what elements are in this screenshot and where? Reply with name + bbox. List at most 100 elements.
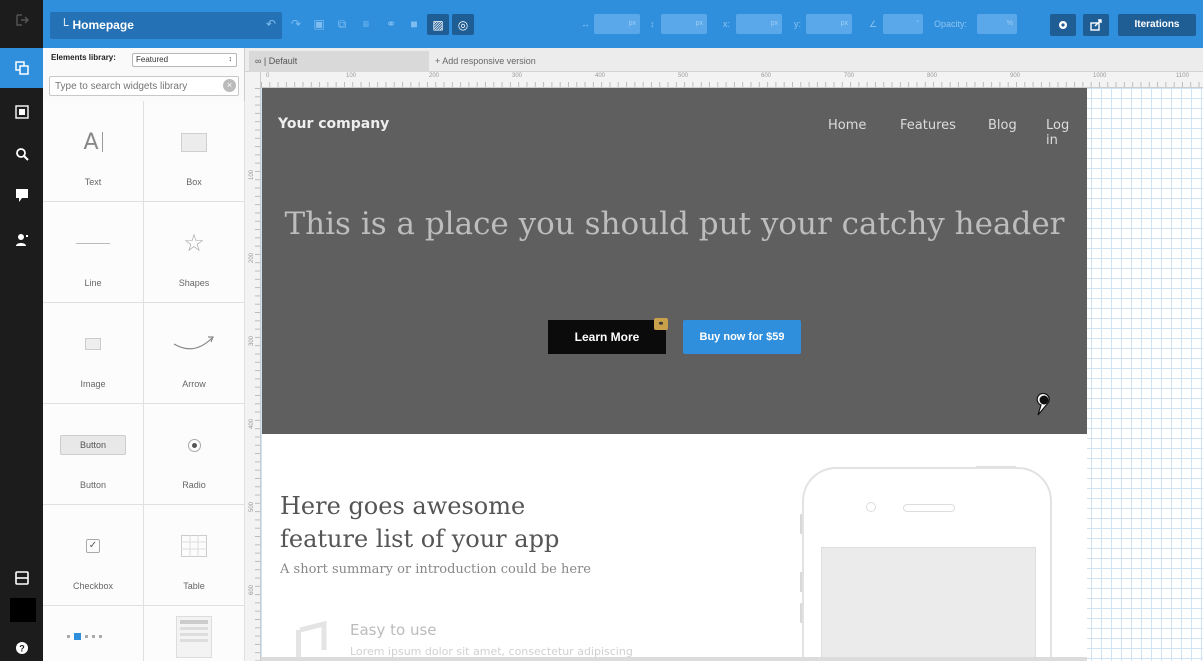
ruler-tick: 600 <box>249 584 256 596</box>
comment-pin-icon[interactable] <box>1035 393 1051 417</box>
widget-checkbox[interactable]: ✓ Checkbox <box>43 505 144 606</box>
select-arrows-icon: ↕ <box>228 56 233 63</box>
lock-icon[interactable]: ■ <box>404 14 424 34</box>
exit-button[interactable] <box>0 0 43 40</box>
clear-search-icon[interactable]: × <box>223 79 236 92</box>
nav-blog[interactable]: Blog <box>988 118 1017 133</box>
phone-screen <box>821 547 1036 661</box>
horizontal-ruler[interactable]: 0 100 200 300 400 500 600 700 800 900 10… <box>261 72 1203 88</box>
search-button[interactable] <box>0 134 43 174</box>
features-subtitle[interactable]: A short summary or introduction could be… <box>280 562 591 577</box>
widget-box[interactable]: Box <box>144 101 245 202</box>
library-search-input[interactable] <box>49 76 239 96</box>
phone-camera <box>866 502 876 512</box>
opacity-field[interactable]: % <box>977 14 1017 34</box>
elements-library-panel: Elements library: Featured ↕ × A Text Bo… <box>43 48 245 661</box>
color-swatch[interactable] <box>10 598 36 622</box>
pages-button[interactable] <box>0 558 43 598</box>
ruler-tick: 700 <box>844 73 855 79</box>
layers-icon <box>14 61 29 75</box>
widget-label: Radio <box>182 480 206 490</box>
music-note-icon <box>296 620 327 658</box>
group-icon[interactable]: ▣ <box>309 14 329 34</box>
box-icon <box>144 127 244 157</box>
image-edit-icon[interactable]: ▨ <box>427 14 449 35</box>
arrow-icon <box>144 329 244 359</box>
widget-pagination[interactable] <box>43 606 144 661</box>
svg-text:?: ? <box>19 644 25 654</box>
ruler-tick: 600 <box>761 73 772 79</box>
height-label: ↕ <box>650 19 655 29</box>
widget-shapes[interactable]: ☆ Shapes <box>144 202 245 303</box>
list-icon <box>14 571 29 585</box>
horizontal-scrollbar[interactable] <box>261 657 1087 661</box>
ruler-tick: 900 <box>1010 73 1021 79</box>
add-responsive-version-link[interactable]: + Add responsive version <box>435 51 536 72</box>
features-title[interactable]: Here goes awesome feature list of your a… <box>280 490 620 556</box>
redo-icon[interactable]: ↷ <box>286 14 306 34</box>
page-tree-icon: └ <box>60 18 69 32</box>
link-icon[interactable]: ⚭ <box>654 318 668 330</box>
widget-label: Button <box>79 480 107 490</box>
user-button[interactable] <box>0 220 43 260</box>
nav-features[interactable]: Features <box>900 118 956 133</box>
widget-image[interactable]: Image <box>43 303 144 404</box>
link-icon[interactable]: ⚭ <box>381 14 401 34</box>
y-field[interactable]: px <box>806 14 852 34</box>
exit-icon <box>15 14 29 26</box>
library-category-select[interactable]: Featured ↕ <box>132 53 237 67</box>
canvas-mode-icon[interactable]: ◎ <box>452 14 474 35</box>
list-icon <box>176 616 212 658</box>
widget-label: Table <box>183 581 205 591</box>
feature-item-title[interactable]: Easy to use <box>350 621 437 639</box>
top-toolbar: └ Homepage ↶ ↷ ▣ ⧉ ≡ ⚭ ■ ▨ ◎ ↔ px ↕ px x:… <box>43 0 1203 48</box>
ruler-tick: 1100 <box>1176 73 1189 79</box>
duplicate-icon[interactable]: ⧉ <box>332 14 352 34</box>
tab-default[interactable]: ∞ | Default <box>249 51 429 72</box>
nav-login[interactable]: Log in <box>1046 118 1076 148</box>
pagination-icon <box>67 632 127 640</box>
y-label: y: <box>794 19 802 29</box>
vertical-ruler[interactable]: 100 200 300 400 500 600 <box>245 72 261 661</box>
company-name[interactable]: Your company <box>278 116 389 132</box>
widget-button[interactable]: Button Button <box>43 404 144 505</box>
page-selector[interactable]: └ Homepage <box>50 12 282 39</box>
ruler-ticks <box>261 82 1203 87</box>
align-icon[interactable]: ≡ <box>356 14 376 34</box>
widget-label: Line <box>84 278 102 288</box>
learn-more-button[interactable]: Learn More ⚭ <box>548 318 668 354</box>
learn-more-label: Learn More <box>574 330 640 344</box>
comment-icon <box>15 189 28 202</box>
rotation-field[interactable]: ° <box>883 14 923 34</box>
components-button[interactable] <box>0 92 43 132</box>
widget-text[interactable]: A Text <box>43 101 144 202</box>
comments-button[interactable] <box>0 176 43 216</box>
widget-label: Text <box>84 177 102 187</box>
image-icon <box>43 329 143 359</box>
ruler-tick: 100 <box>346 73 357 79</box>
undo-icon[interactable]: ↶ <box>261 14 281 34</box>
elements-library-button[interactable] <box>0 48 43 88</box>
star-icon: ☆ <box>183 229 205 257</box>
share-button[interactable] <box>1083 14 1109 36</box>
x-field[interactable]: px <box>736 14 782 34</box>
width-field[interactable]: px <box>594 14 640 34</box>
widget-arrow[interactable]: Arrow <box>144 303 245 404</box>
widget-radio[interactable]: Radio <box>144 404 245 505</box>
line-icon <box>43 228 143 258</box>
nav-home[interactable]: Home <box>828 118 866 133</box>
share-icon <box>1089 19 1102 31</box>
iterations-button[interactable]: Iterations <box>1118 14 1196 36</box>
height-field[interactable]: px <box>661 14 707 34</box>
ruler-tick: 800 <box>927 73 938 79</box>
settings-button[interactable] <box>1050 14 1076 36</box>
hero-headline[interactable]: This is a place you should put your catc… <box>262 202 1087 246</box>
hero-section[interactable]: Your company Home Features Blog Log in T… <box>262 88 1087 434</box>
help-button[interactable]: ? <box>0 628 43 661</box>
page-name: Homepage <box>72 18 134 32</box>
widget-line[interactable]: Line <box>43 202 144 303</box>
widget-table[interactable]: Table <box>144 505 245 606</box>
phone-mockup[interactable] <box>802 467 1052 661</box>
buy-now-button[interactable]: Buy now for $59 <box>683 320 801 354</box>
widget-list[interactable] <box>144 606 245 661</box>
